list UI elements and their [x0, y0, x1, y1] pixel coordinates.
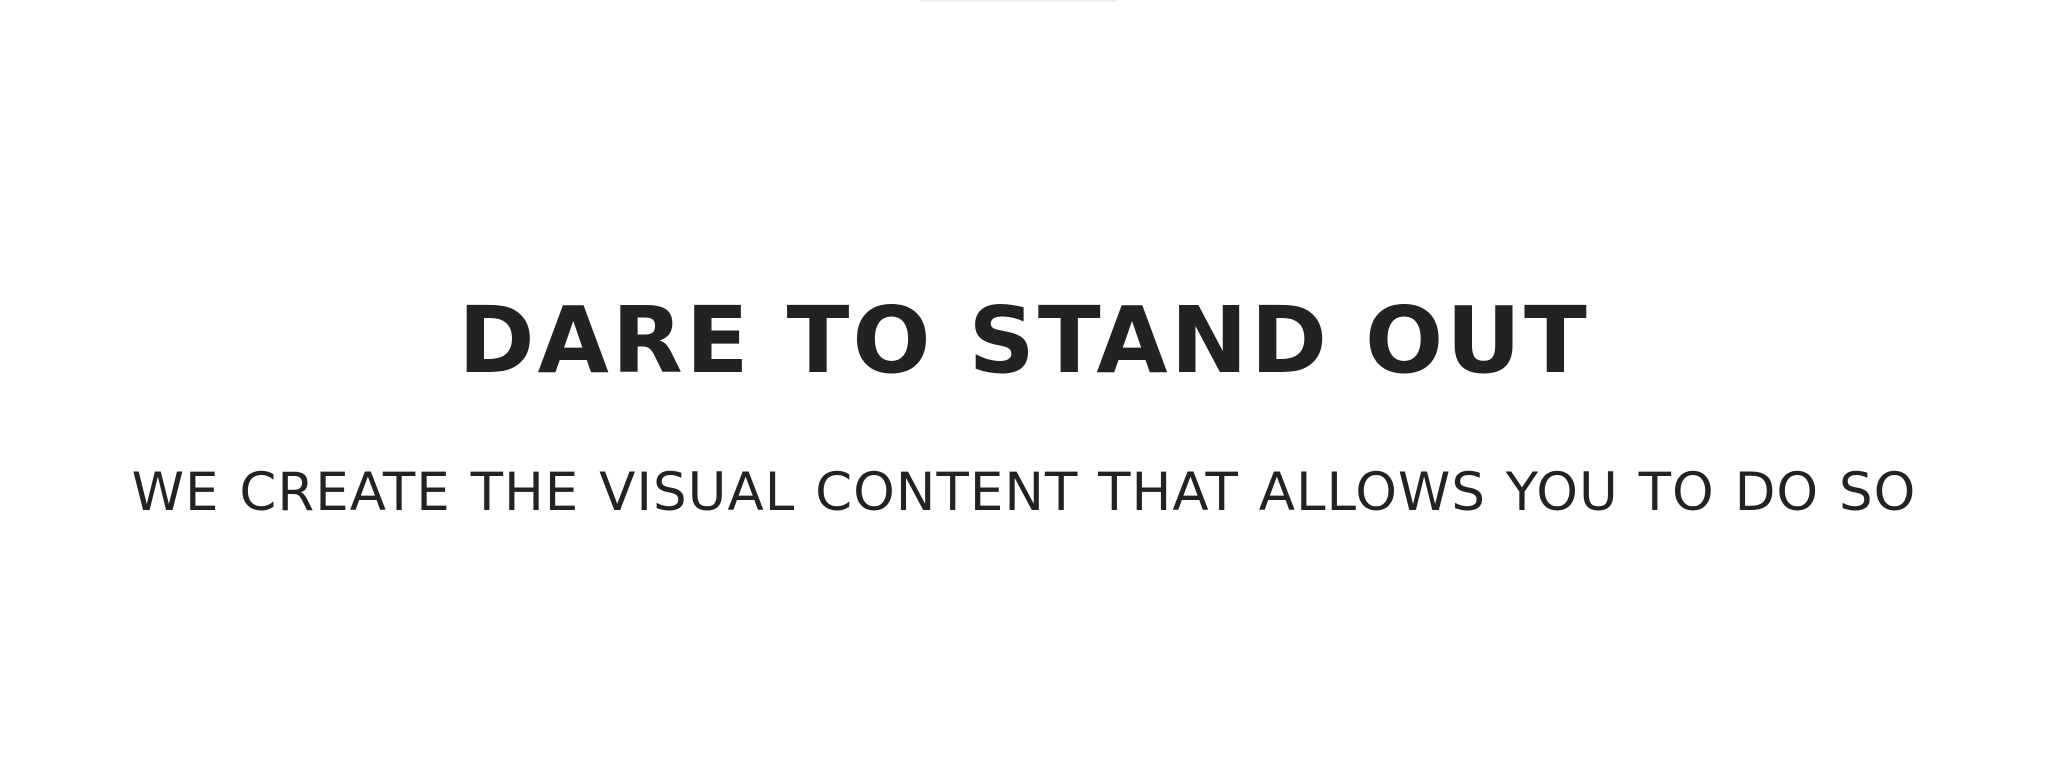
- top-divider: [920, 0, 1116, 2]
- hero-section: DARE TO STAND OUT WE CREATE THE VISUAL C…: [0, 0, 2048, 779]
- hero-subtitle: WE CREATE THE VISUAL CONTENT THAT ALLOWS…: [131, 462, 1917, 523]
- hero-title: DARE TO STAND OUT: [458, 287, 1590, 394]
